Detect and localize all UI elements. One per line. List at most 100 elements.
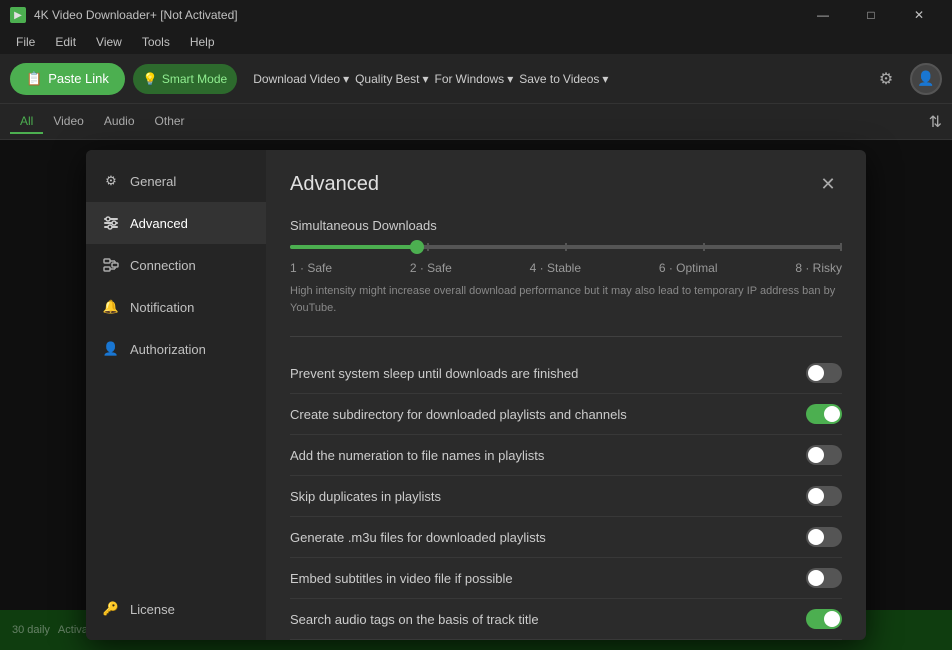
slider-track xyxy=(290,245,842,249)
videos-label: Videos xyxy=(563,72,599,86)
maximize-button[interactable]: □ xyxy=(848,0,894,30)
nav-item-license[interactable]: 🔑 License xyxy=(86,588,266,630)
toggle-row-1: Create subdirectory for downloaded playl… xyxy=(290,394,842,435)
nav-item-general[interactable]: ⚙ General xyxy=(86,160,266,202)
video-label: Video xyxy=(310,72,340,86)
toggle-knob xyxy=(808,488,824,504)
nav-advanced-label: Advanced xyxy=(130,216,188,231)
toggle-knob xyxy=(808,570,824,586)
nav-item-advanced[interactable]: Advanced xyxy=(86,202,266,244)
slider-thumb[interactable] xyxy=(410,240,424,254)
nav-license-label: License xyxy=(130,602,175,617)
download-label: Download xyxy=(253,72,306,86)
account-button[interactable]: 👤 xyxy=(910,63,942,95)
menu-file[interactable]: File xyxy=(8,33,43,51)
smart-mode-button[interactable]: 💡 Smart Mode xyxy=(133,64,237,94)
menu-view[interactable]: View xyxy=(88,33,130,51)
nav-item-notification[interactable]: 🔔 Notification xyxy=(86,286,266,328)
settings-modal: ⚙ General Advanced xyxy=(86,150,866,640)
toggle-prevent-sleep[interactable] xyxy=(806,363,842,383)
tab-audio[interactable]: Audio xyxy=(94,110,145,134)
toggle-numeration[interactable] xyxy=(806,445,842,465)
toggle-subdirectory[interactable] xyxy=(806,404,842,424)
general-icon: ⚙ xyxy=(102,172,120,190)
app-title: 4K Video Downloader+ [Not Activated] xyxy=(34,8,238,22)
tab-video[interactable]: Video xyxy=(43,110,93,134)
toggle-skip-duplicates[interactable] xyxy=(806,486,842,506)
notification-icon: 🔔 xyxy=(102,298,120,316)
menu-edit[interactable]: Edit xyxy=(47,33,84,51)
dropdown-arrow: ▾ xyxy=(343,72,349,86)
windows-label: Windows xyxy=(456,72,505,86)
nav-item-connection[interactable]: Connection xyxy=(86,244,266,286)
best-label: Best xyxy=(395,72,419,86)
nav-authorization-label: Authorization xyxy=(130,342,206,357)
minimize-button[interactable]: — xyxy=(800,0,846,30)
toggle-m3u[interactable] xyxy=(806,527,842,547)
toggle-subtitles[interactable] xyxy=(806,568,842,588)
title-bar-left: ▶ 4K Video Downloader+ [Not Activated] xyxy=(10,7,238,23)
tab-bar: All Video Audio Other ⇅ xyxy=(0,104,952,140)
tab-other[interactable]: Other xyxy=(145,110,195,134)
dropdown-arrow: ▾ xyxy=(422,72,428,86)
connection-icon xyxy=(102,256,120,274)
nav-item-authorization[interactable]: 👤 Authorization xyxy=(86,328,266,370)
close-window-button[interactable]: ✕ xyxy=(896,0,942,30)
slider-warning: High intensity might increase overall do… xyxy=(290,283,842,316)
menu-bar: File Edit View Tools Help xyxy=(0,30,952,54)
simultaneous-downloads-label: Simultaneous Downloads xyxy=(290,218,842,233)
toolbar: 📋 Paste Link 💡 Smart Mode Download Video… xyxy=(0,54,952,104)
settings-header: Advanced ✕ xyxy=(290,170,842,198)
level-2: 2 · Safe xyxy=(410,261,452,275)
menu-help[interactable]: Help xyxy=(182,33,223,51)
main-content: ⚙ General Advanced xyxy=(0,140,952,650)
toggle-label-6: Search audio tags on the basis of track … xyxy=(290,612,539,627)
tick-8 xyxy=(840,243,842,251)
toggle-label-1: Create subdirectory for downloaded playl… xyxy=(290,407,627,422)
level-4: 6 · Optimal xyxy=(659,261,718,275)
level-1: 1 · Safe xyxy=(290,261,332,275)
divider xyxy=(290,336,842,337)
paste-icon: 📋 xyxy=(26,71,42,87)
paste-link-button[interactable]: 📋 Paste Link xyxy=(10,63,125,95)
toggle-row-4: Generate .m3u files for downloaded playl… xyxy=(290,517,842,558)
dropdown-arrow: ▾ xyxy=(507,72,513,86)
slider-container[interactable] xyxy=(290,245,842,249)
authorization-icon: 👤 xyxy=(102,340,120,358)
paste-btn-label: Paste Link xyxy=(48,71,109,86)
license-icon: 🔑 xyxy=(102,600,120,618)
tab-all[interactable]: All xyxy=(10,110,43,134)
save-dropdown[interactable]: Save to Videos ▾ xyxy=(519,72,608,86)
smart-icon: 💡 xyxy=(143,72,158,86)
quality-dropdown[interactable]: Quality Best ▾ xyxy=(355,72,428,86)
download-type-dropdown[interactable]: Download Video ▾ xyxy=(253,72,349,86)
toggle-label-5: Embed subtitles in video file if possibl… xyxy=(290,571,513,586)
toggle-label-0: Prevent system sleep until downloads are… xyxy=(290,366,578,381)
toggle-knob xyxy=(808,365,824,381)
platform-dropdown[interactable]: For Windows ▾ xyxy=(435,72,514,86)
toggle-label-4: Generate .m3u files for downloaded playl… xyxy=(290,530,546,545)
settings-icon-button[interactable]: ⚙ xyxy=(870,63,902,95)
slider-fill xyxy=(290,245,417,249)
for-label: For xyxy=(435,72,453,86)
tick-4 xyxy=(565,243,567,251)
settings-nav: ⚙ General Advanced xyxy=(86,150,266,640)
modal-overlay: ⚙ General Advanced xyxy=(0,140,952,650)
toggle-audio-tags[interactable] xyxy=(806,609,842,629)
toggle-row-5: Embed subtitles in video file if possibl… xyxy=(290,558,842,599)
level-5: 8 · Risky xyxy=(795,261,842,275)
smart-btn-label: Smart Mode xyxy=(162,72,227,86)
settings-title: Advanced xyxy=(290,173,379,196)
tick-2 xyxy=(427,243,429,251)
menu-tools[interactable]: Tools xyxy=(134,33,178,51)
sort-button[interactable]: ⇅ xyxy=(929,112,942,132)
nav-notification-label: Notification xyxy=(130,300,194,315)
close-settings-button[interactable]: ✕ xyxy=(814,170,842,198)
toggle-row-0: Prevent system sleep until downloads are… xyxy=(290,353,842,394)
toggle-knob xyxy=(808,529,824,545)
toggle-row-6: Search audio tags on the basis of track … xyxy=(290,599,842,640)
toggle-knob xyxy=(824,406,840,422)
dropdown-arrow: ▾ xyxy=(602,72,608,86)
advanced-icon xyxy=(102,214,120,232)
app-icon: ▶ xyxy=(10,7,26,23)
